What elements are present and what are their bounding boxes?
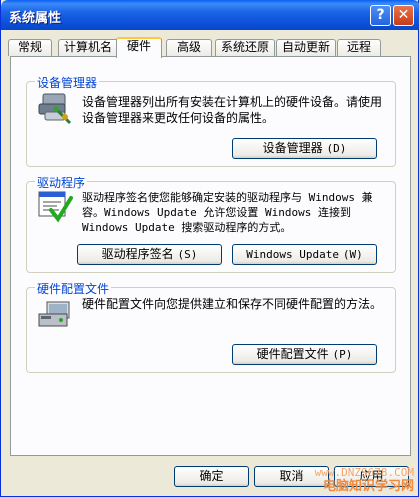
device-manager-group-title: 设备管理器 <box>35 74 100 91</box>
title-bar[interactable]: 系统属性 ? ✕ <box>1 0 419 30</box>
site-watermark: www.DNZS678.COM 电脑知识学习网 <box>315 466 414 494</box>
device-manager-button-label: 设备管理器 <box>262 141 323 155</box>
drivers-group: 驱动程序 驱动程序签名使您能够确定安装的驱动程序与 Windows 兼容。Win… <box>26 174 396 273</box>
hardware-profiles-button[interactable]: 硬件配置文件 (P) <box>232 344 377 365</box>
driver-signing-button-label: 驱动程序签名 <box>101 247 174 261</box>
tab-computer-name[interactable]: 计算机名 <box>58 39 118 56</box>
tab-general[interactable]: 常规 <box>8 39 52 56</box>
tab-system-restore[interactable]: 系统还原 <box>215 39 275 56</box>
close-button[interactable]: ✕ <box>393 5 414 26</box>
device-manager-button-accel: (D) <box>326 142 347 155</box>
windows-update-button-accel: (W) <box>342 248 363 261</box>
system-properties-window: 系统属性 ? ✕ 常规 计算机名 硬件 高级 系统还原 自动更新 远程 设备管理… <box>0 0 419 497</box>
tab-hardware[interactable]: 硬件 <box>116 37 162 58</box>
hardware-profiles-group: 硬件配置文件 硬件配置文件向您提供建立和保存不同硬件配置的方法。 硬件配置文件 … <box>26 280 396 373</box>
windows-update-button[interactable]: Windows Update (W) <box>232 244 377 265</box>
drivers-group-title: 驱动程序 <box>35 174 88 191</box>
device-manager-button[interactable]: 设备管理器 (D) <box>232 138 377 159</box>
help-button[interactable]: ? <box>370 5 391 26</box>
window-title: 系统属性 <box>9 11 62 26</box>
hardware-profiles-icon <box>38 301 70 327</box>
close-icon: ✕ <box>397 7 410 23</box>
drivers-description: 驱动程序签名使您能够确定安装的驱动程序与 Windows 兼容。Windows … <box>82 191 373 234</box>
hardware-profiles-button-accel: (P) <box>332 348 353 361</box>
driver-signing-icon <box>38 191 73 223</box>
watermark-url: www.DNZS678.COM <box>314 466 414 479</box>
help-icon: ? <box>376 7 385 23</box>
driver-signing-button[interactable]: 驱动程序签名 (S) <box>77 244 222 265</box>
ok-button[interactable]: 确定 <box>174 466 249 487</box>
driver-signing-button-accel: (S) <box>177 248 198 261</box>
hardware-profiles-description: 硬件配置文件向您提供建立和保存不同硬件配置的方法。 <box>82 297 383 311</box>
tab-advanced[interactable]: 高级 <box>166 39 212 56</box>
hardware-profiles-button-label: 硬件配置文件 <box>256 347 329 361</box>
watermark-site-name: 电脑知识学习网 <box>322 479 414 494</box>
device-manager-icon <box>38 93 72 125</box>
device-manager-description: 设备管理器列出所有安装在计算机上的硬件设备。请使用设备管理器来更改任何设备的属性… <box>82 95 383 125</box>
hardware-tab-panel: 设备管理器 设备管理器列出所有安装在计算机上的硬件设备。请使用设备管理器来更改任… <box>10 56 411 456</box>
windows-update-button-label: Windows Update <box>246 248 339 261</box>
device-manager-group: 设备管理器 设备管理器列出所有安装在计算机上的硬件设备。请使用设备管理器来更改任… <box>26 74 396 167</box>
tab-automatic-updates[interactable]: 自动更新 <box>276 39 336 56</box>
tab-remote[interactable]: 远程 <box>337 39 381 56</box>
hardware-profiles-group-title: 硬件配置文件 <box>35 280 112 297</box>
